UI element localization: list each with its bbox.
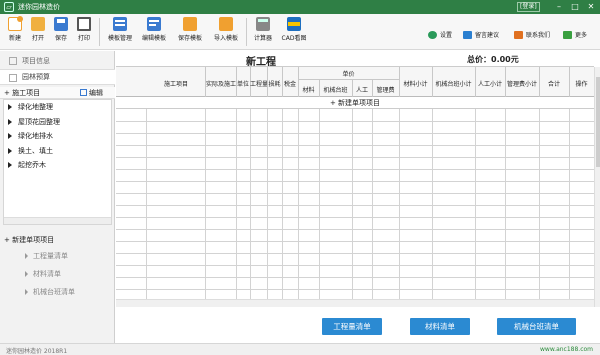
- open-folder-icon: [31, 17, 45, 31]
- machinery-list-button[interactable]: 机械台班清单: [497, 318, 576, 335]
- machinery-list-link[interactable]: 机械台班清单: [25, 287, 75, 297]
- col-tax: 税金: [283, 81, 296, 88]
- print-icon: [77, 17, 91, 31]
- col-construction-item: 施工项目: [163, 81, 188, 88]
- col-unit-price-group: 单价: [342, 71, 355, 78]
- sidebar: 项目信息 园林预算 + 施工项目 编辑 绿化地整理 屋顶花园整理 绿化地排水 换…: [0, 51, 115, 343]
- login-link[interactable]: [登录]: [517, 2, 540, 12]
- expand-arrow-icon[interactable]: [8, 133, 12, 140]
- calculator-button[interactable]: 计算器: [251, 17, 275, 42]
- document-icon: [9, 57, 17, 65]
- project-title-bar: 新工程 总价：0.00元: [116, 51, 594, 68]
- col-loss: 损耗: [268, 81, 281, 88]
- site-url: www.anc188.com: [540, 346, 594, 353]
- tab-garden-budget[interactable]: 园林预算: [0, 69, 115, 85]
- col-project-amount: 工程量: [250, 81, 267, 88]
- total-price: 总价：0.00元: [467, 55, 519, 64]
- budget-icon: [9, 74, 17, 82]
- tab-project-info[interactable]: 项目信息: [0, 53, 115, 69]
- feedback-link[interactable]: 留言建议: [463, 30, 499, 39]
- col-quantity: 实际及施工: [206, 81, 236, 88]
- import-template-icon: [219, 17, 233, 31]
- expand-arrow-icon[interactable]: [8, 118, 12, 125]
- mail-icon: [514, 30, 523, 39]
- new-button[interactable]: 新建: [4, 16, 26, 42]
- scrollbar-thumb[interactable]: [596, 77, 600, 167]
- import-template-button[interactable]: 导入模板: [212, 17, 240, 42]
- tree-item[interactable]: 绿化地排水: [4, 129, 111, 144]
- main-panel: 新工程 总价：0.00元 施工项目 实际及施工 单位 工程量 损耗 税金 单价 …: [116, 51, 600, 343]
- col-operation: 操作: [575, 81, 588, 88]
- col-total: 合计: [547, 81, 560, 88]
- vertical-scrollbar[interactable]: [594, 67, 600, 307]
- gear-icon: [428, 30, 437, 39]
- add-unit-project-button[interactable]: + 新建单项项目: [4, 235, 54, 245]
- col-management-fee: 管理费: [376, 87, 395, 94]
- col-machinery-shift: 机械台班: [323, 87, 348, 94]
- cad-viewer-icon: [287, 17, 301, 31]
- data-grid[interactable]: [116, 109, 594, 299]
- more-link[interactable]: 更多: [563, 30, 587, 39]
- status-text: 迷你园林造价 2018R1: [6, 348, 68, 355]
- minimize-icon[interactable]: –: [553, 1, 565, 13]
- open-button[interactable]: 打开: [27, 17, 49, 42]
- tree-item[interactable]: 绿化地整理: [4, 100, 111, 115]
- new-file-icon: [8, 16, 23, 31]
- add-unit-project-row[interactable]: + 新建单项项目: [116, 97, 594, 109]
- col-unit: 单位: [236, 81, 249, 88]
- expand-arrow-icon[interactable]: [8, 104, 12, 111]
- add-construction-item-button[interactable]: + 施工项目: [4, 88, 40, 98]
- toolbar: 新建 打开 保存 打印 模板管理 编辑模板 保存模板 导入模板 计算器 CAD看…: [0, 14, 600, 50]
- construction-item-tree: 绿化地整理 屋顶花园整理 绿化地排水 换土、填土 起挖乔木: [3, 99, 112, 225]
- edit-template-button[interactable]: 编辑模板: [140, 17, 168, 42]
- chevron-right-icon: [25, 271, 28, 277]
- tree-item[interactable]: 换土、填土: [4, 144, 111, 159]
- quantity-list-button[interactable]: 工程量清单: [322, 318, 382, 335]
- save-template-button[interactable]: 保存模板: [176, 17, 204, 42]
- col-material: 材料: [302, 87, 315, 94]
- table-header: 施工项目 实际及施工 单位 工程量 损耗 税金 单价 材料 机械台班 人工 管理…: [116, 67, 594, 97]
- close-icon[interactable]: ✕: [585, 1, 597, 13]
- col-labor-subtotal: 人工小计: [477, 81, 502, 88]
- tree-header: + 施工项目 编辑: [0, 87, 115, 99]
- chevron-right-icon: [25, 289, 28, 295]
- toolbar-divider: [99, 18, 100, 46]
- cad-viewer-button[interactable]: CAD看图: [280, 17, 308, 42]
- app-title: 迷你园林造价: [18, 3, 60, 11]
- edit-button[interactable]: 编辑: [80, 88, 103, 98]
- save-icon: [54, 17, 68, 31]
- print-button[interactable]: 打印: [73, 17, 95, 42]
- contact-link[interactable]: 联系我们: [514, 30, 550, 39]
- title-bar: ▱ 迷你园林造价 [登录] – □ ✕: [0, 0, 600, 14]
- message-icon: [463, 30, 472, 39]
- col-material-subtotal: 材料小计: [403, 81, 428, 88]
- edit-icon: [80, 89, 87, 96]
- tree-item[interactable]: 起挖乔木: [4, 158, 111, 173]
- calculator-icon: [256, 17, 270, 31]
- settings-link[interactable]: 设置: [428, 30, 452, 39]
- col-management-subtotal: 管理费小计: [506, 81, 537, 88]
- save-button[interactable]: 保存: [50, 17, 72, 42]
- col-labor: 人工: [355, 87, 368, 94]
- tree-item[interactable]: 屋顶花园整理: [4, 115, 111, 130]
- chevron-right-icon: [25, 253, 28, 259]
- col-machinery-subtotal: 机械台班小计: [435, 81, 472, 88]
- save-template-icon: [183, 17, 197, 31]
- toolbar-divider: [246, 18, 247, 46]
- maximize-icon[interactable]: □: [569, 1, 581, 13]
- template-manage-button[interactable]: 模板管理: [106, 17, 134, 42]
- app-logo-icon: ▱: [4, 2, 14, 12]
- status-bar: 迷你园林造价 2018R1 www.anc188.com: [0, 343, 600, 355]
- expand-arrow-icon[interactable]: [8, 147, 12, 154]
- template-manage-icon: [113, 17, 127, 31]
- project-title: 新工程: [246, 57, 276, 68]
- more-icon: [563, 30, 572, 39]
- material-list-link[interactable]: 材料清单: [25, 269, 61, 279]
- quantity-list-link[interactable]: 工程量清单: [25, 251, 68, 261]
- expand-arrow-icon[interactable]: [8, 162, 12, 169]
- edit-template-icon: [147, 17, 161, 31]
- material-list-button[interactable]: 材料清单: [410, 318, 470, 335]
- tree-horizontal-scrollbar[interactable]: [4, 217, 111, 224]
- horizontal-scrollbar[interactable]: [116, 299, 594, 307]
